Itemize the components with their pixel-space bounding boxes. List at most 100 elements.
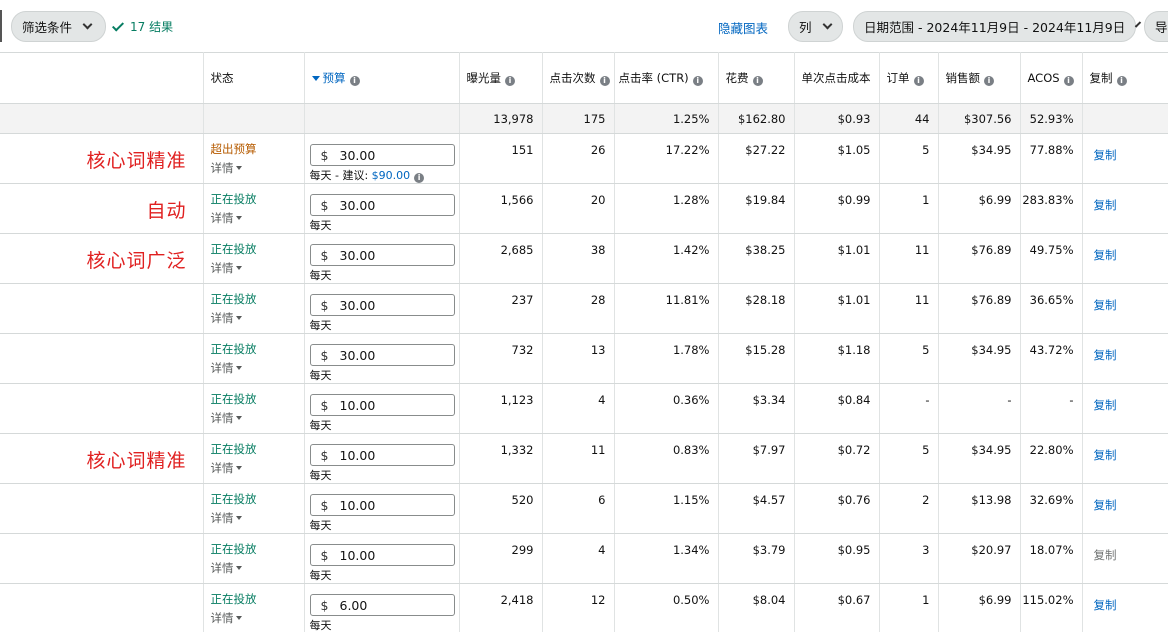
- info-icon[interactable]: i: [599, 76, 610, 86]
- budget-period: 每天: [309, 369, 332, 382]
- info-icon[interactable]: i: [349, 76, 360, 86]
- header-status[interactable]: 状态: [203, 52, 305, 104]
- budget-input[interactable]: $30.00: [309, 144, 455, 166]
- spend-cell: $8.04: [718, 583, 795, 632]
- impressions-cell: 1,332: [459, 433, 543, 484]
- copy-link[interactable]: 复制: [1094, 248, 1117, 262]
- copy-link[interactable]: 复制: [1094, 548, 1117, 562]
- detail-toggle[interactable]: 详情: [211, 560, 304, 576]
- header-clicks[interactable]: 点击次数 i: [542, 52, 615, 104]
- copy-link[interactable]: 复制: [1094, 148, 1117, 162]
- budget-subtext: 每天: [310, 467, 459, 483]
- budget-input[interactable]: $30.00: [309, 344, 455, 366]
- sales-cell: $6.99: [938, 183, 1021, 234]
- impressions-cell: 1,566: [459, 183, 543, 234]
- impressions-cell: 1,123: [459, 383, 543, 434]
- copy-link[interactable]: 复制: [1094, 498, 1117, 512]
- info-icon[interactable]: i: [414, 173, 425, 183]
- summary-acos: 52.93%: [1020, 103, 1083, 134]
- budget-period: 每天: [309, 319, 332, 332]
- detail-toggle[interactable]: 详情: [211, 310, 304, 326]
- detail-toggle[interactable]: 详情: [211, 610, 304, 626]
- date-range-button[interactable]: 日期范围 - 2024年11月9日 - 2024年11月9日: [853, 11, 1142, 42]
- budget-value: 30.00: [339, 147, 376, 163]
- summary-clicks: 175: [542, 103, 615, 134]
- detail-toggle[interactable]: 详情: [211, 160, 304, 176]
- acos-cell: 49.75%: [1020, 233, 1083, 284]
- checkmark-icon: [111, 18, 125, 32]
- campaign-name-cell: [0, 383, 204, 434]
- sales-cell: $20.97: [938, 533, 1021, 584]
- suggested-budget-link[interactable]: $90.00: [372, 169, 411, 182]
- header-copy: 复制 i: [1082, 52, 1168, 104]
- cpc-cell: $0.99: [794, 183, 880, 234]
- orders-cell: 1: [879, 183, 939, 234]
- info-icon[interactable]: i: [692, 76, 703, 86]
- filter-button[interactable]: 筛选条件: [11, 11, 106, 42]
- budget-input[interactable]: $30.00: [309, 194, 455, 216]
- columns-button[interactable]: 列: [788, 11, 843, 42]
- header-clicks-label: 点击次数: [549, 71, 596, 85]
- campaign-name-cell: [0, 483, 204, 534]
- export-button[interactable]: 导: [1144, 11, 1168, 42]
- copy-link[interactable]: 复制: [1094, 398, 1117, 412]
- copy-link[interactable]: 复制: [1094, 598, 1117, 612]
- clicks-cell: 12: [542, 583, 615, 632]
- status-cell: 正在投放 详情: [203, 383, 305, 434]
- copy-link[interactable]: 复制: [1094, 348, 1117, 362]
- info-icon[interactable]: i: [752, 76, 763, 86]
- budget-input[interactable]: $30.00: [309, 294, 455, 316]
- detail-toggle[interactable]: 详情: [211, 260, 304, 276]
- header-impressions[interactable]: 曝光量 i: [459, 52, 543, 104]
- copy-link[interactable]: 复制: [1094, 298, 1117, 312]
- budget-input[interactable]: $10.00: [309, 494, 455, 516]
- detail-toggle[interactable]: 详情: [211, 210, 304, 226]
- header-spend[interactable]: 花费 i: [718, 52, 795, 104]
- info-icon[interactable]: i: [913, 76, 924, 86]
- cpc-cell: $0.84: [794, 383, 880, 434]
- budget-value: 10.00: [339, 497, 376, 513]
- clicks-cell: 20: [542, 183, 615, 234]
- header-budget[interactable]: 预算 i: [304, 52, 460, 104]
- status-label: 正在投放: [210, 292, 257, 306]
- header-acos[interactable]: ACOS i: [1020, 52, 1083, 104]
- copy-link[interactable]: 复制: [1094, 448, 1117, 462]
- budget-input[interactable]: $10.00: [309, 444, 455, 466]
- budget-subtext: 每天: [310, 567, 459, 583]
- budget-input[interactable]: $10.00: [309, 394, 455, 416]
- header-orders-label: 订单: [886, 71, 910, 85]
- clicks-cell: 4: [542, 383, 615, 434]
- budget-subtext: 每天 - 建议: $90.00 i: [310, 167, 459, 183]
- ctr-cell: 17.22%: [614, 133, 719, 184]
- campaign-name-cell: 核心词精准: [0, 133, 204, 184]
- budget-input[interactable]: $6.00: [309, 594, 455, 616]
- detail-toggle[interactable]: 详情: [211, 410, 304, 426]
- header-cpc[interactable]: 单次点击成本: [794, 52, 880, 104]
- info-icon[interactable]: i: [984, 76, 994, 86]
- header-orders[interactable]: 订单 i: [879, 52, 939, 104]
- detail-label: 详情: [210, 311, 234, 325]
- header-sales[interactable]: 销售额 i: [938, 52, 1021, 104]
- copy-link[interactable]: 复制: [1094, 198, 1117, 212]
- detail-toggle[interactable]: 详情: [211, 460, 304, 476]
- header-ctr[interactable]: 点击率 (CTR) i: [614, 52, 719, 104]
- budget-cell: $6.00 每天: [304, 583, 460, 632]
- spend-cell: $15.28: [718, 333, 795, 384]
- detail-toggle[interactable]: 详情: [211, 360, 304, 376]
- detail-toggle[interactable]: 详情: [211, 510, 304, 526]
- budget-input[interactable]: $30.00: [309, 244, 455, 266]
- campaign-name-cell: 核心词精准: [0, 433, 204, 484]
- detail-label: 详情: [210, 411, 234, 425]
- currency-symbol: $: [320, 297, 329, 313]
- summary-cpc: $0.93: [794, 103, 880, 134]
- info-icon[interactable]: i: [1116, 76, 1127, 86]
- caret-down-icon: [235, 366, 242, 370]
- currency-symbol: $: [320, 197, 329, 213]
- info-icon[interactable]: i: [1063, 75, 1074, 86]
- info-icon[interactable]: i: [505, 76, 515, 86]
- hide-chart-link[interactable]: 隐藏图表: [718, 18, 768, 37]
- budget-subtext: 每天: [310, 267, 459, 283]
- budget-input[interactable]: $10.00: [309, 544, 455, 566]
- results-count-label: 17 结果: [130, 20, 174, 34]
- ctr-cell: 11.81%: [614, 283, 719, 334]
